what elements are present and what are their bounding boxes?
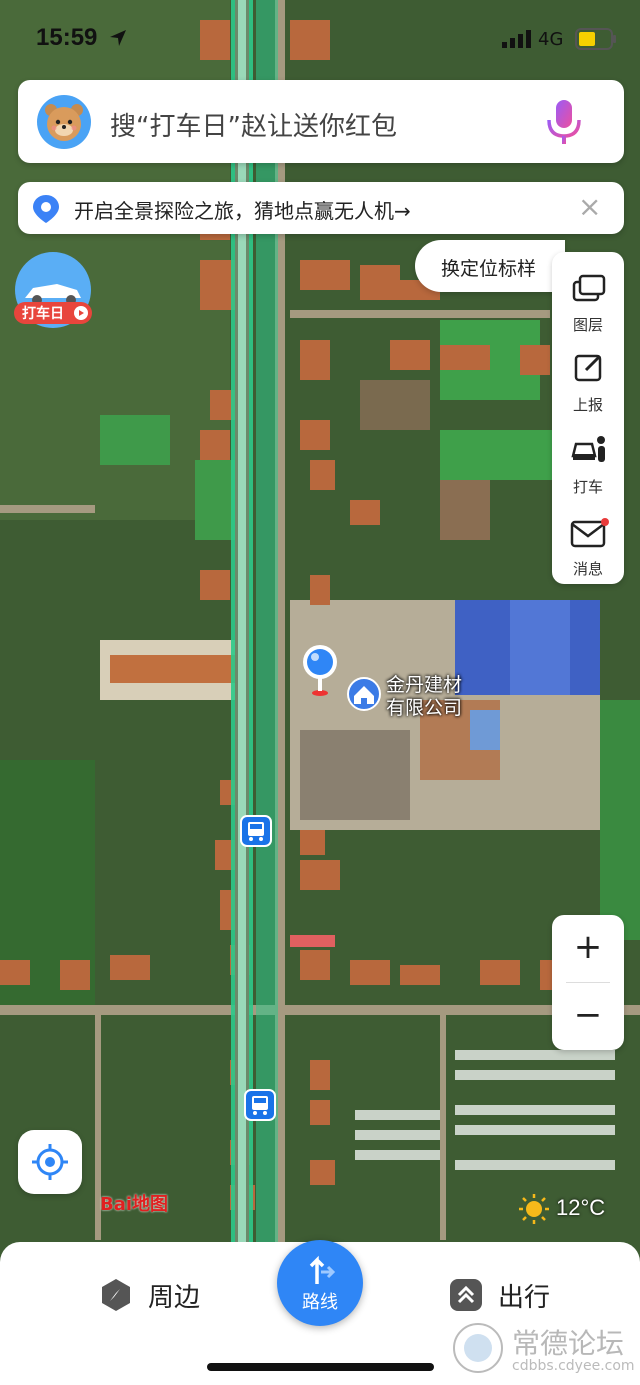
search-placeholder[interactable]: 搜“打车日”赵让送你红包 bbox=[110, 106, 397, 143]
locate-icon bbox=[32, 1144, 68, 1180]
zoom-in-button[interactable]: + bbox=[552, 915, 624, 982]
ride-day-promo[interactable]: 打车日 bbox=[0, 252, 92, 328]
report-icon bbox=[574, 354, 602, 382]
promo-banner[interactable]: 开启全景探险之旅，猜地点赢无人机→ × bbox=[18, 182, 624, 234]
play-icon bbox=[74, 306, 88, 320]
report-label: 上报 bbox=[572, 396, 603, 414]
location-arrow-icon bbox=[110, 30, 126, 46]
poi-home-icon bbox=[347, 677, 381, 711]
battery-icon bbox=[575, 28, 616, 50]
route-arrow-icon bbox=[309, 1255, 336, 1284]
taxi-icon bbox=[571, 436, 605, 462]
temperature: 12°C bbox=[556, 1195, 606, 1220]
banner-text[interactable]: 开启全景探险之旅，猜地点赢无人机→ bbox=[74, 195, 411, 224]
layers-button[interactable]: 图层 bbox=[552, 262, 624, 342]
poi-label[interactable]: 金丹建材 有限公司 bbox=[386, 674, 462, 720]
layers-label: 图层 bbox=[572, 316, 603, 334]
bear-avatar-icon[interactable] bbox=[36, 94, 92, 150]
layers-icon bbox=[572, 274, 606, 302]
location-style-tip[interactable]: 换定位标样 bbox=[415, 240, 565, 292]
ride-day-label[interactable]: 打车日 bbox=[22, 303, 64, 323]
forum-logo-icon bbox=[453, 1323, 503, 1373]
bus-stop-icon bbox=[244, 1089, 276, 1121]
tip-text[interactable]: 换定位标样 bbox=[441, 254, 536, 281]
message-label: 消息 bbox=[572, 560, 603, 578]
message-button[interactable]: 消息 bbox=[552, 506, 624, 586]
nearby-tab[interactable]: 周边 bbox=[148, 1277, 200, 1314]
route-label[interactable]: 路线 bbox=[277, 1288, 363, 1314]
travel-icon[interactable] bbox=[448, 1277, 484, 1313]
route-button[interactable]: 路线 bbox=[277, 1240, 363, 1326]
signal-icon bbox=[502, 30, 531, 48]
map-pin-icon bbox=[33, 195, 59, 223]
search-bar[interactable]: 搜“打车日”赵让送你红包 bbox=[18, 80, 624, 163]
status-bar: 15:59 4G bbox=[0, 24, 640, 56]
taxi-button[interactable]: 打车 bbox=[552, 424, 624, 504]
clock: 15:59 bbox=[36, 24, 98, 51]
poi-name-line1[interactable]: 金丹建材 bbox=[386, 674, 462, 697]
compass-icon[interactable] bbox=[98, 1277, 134, 1313]
mail-icon bbox=[570, 518, 609, 548]
report-button[interactable]: 上报 bbox=[552, 342, 624, 422]
zoom-control: + − bbox=[552, 915, 624, 1050]
sun-icon bbox=[519, 1194, 549, 1224]
map-toolbar: 图层 上报 打车 消息 bbox=[552, 252, 624, 584]
zoom-out-button[interactable]: − bbox=[552, 983, 624, 1050]
bus-stop-icon bbox=[240, 815, 272, 847]
taxi-label: 打车 bbox=[572, 478, 603, 496]
watermark-title: 常德论坛 bbox=[512, 1327, 625, 1360]
network-type: 4G bbox=[538, 29, 564, 50]
poi-name-line2[interactable]: 有限公司 bbox=[386, 697, 462, 720]
mic-icon[interactable] bbox=[542, 98, 586, 148]
baidu-map-logo: Bai地图 bbox=[100, 1194, 169, 1215]
banner-close-button[interactable]: × bbox=[578, 190, 601, 223]
travel-tab[interactable]: 出行 bbox=[498, 1277, 550, 1314]
home-indicator bbox=[207, 1363, 434, 1371]
watermark-url: cdbbs.cdyee.com bbox=[512, 1358, 635, 1374]
locate-button[interactable] bbox=[18, 1130, 82, 1194]
forum-watermark: 常德论坛 cdbbs.cdyee.com bbox=[452, 1322, 635, 1378]
